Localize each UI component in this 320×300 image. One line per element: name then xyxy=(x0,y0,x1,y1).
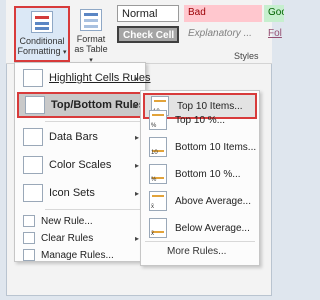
manage-rules-icon xyxy=(23,249,35,261)
menu-item-label: New Rule... xyxy=(41,215,93,227)
top-10-percent-icon: % xyxy=(149,110,167,130)
menu-item-label: Icon Sets xyxy=(49,187,95,199)
menu-item-top-bottom-rules[interactable]: Top/Bottom Rules ▸ xyxy=(17,92,145,118)
data-bars-icon xyxy=(23,128,43,146)
submenu-item-bottom-10-percent[interactable]: % Bottom 10 %... xyxy=(143,161,257,187)
submenu-item-label: Bottom 10 Items... xyxy=(175,141,257,153)
table-icon xyxy=(80,9,102,31)
icon-sets-icon xyxy=(23,184,43,202)
format-as-table-button[interactable]: Format as Table ▾ xyxy=(72,6,110,66)
top-bottom-icon xyxy=(25,96,45,114)
clear-rules-icon xyxy=(23,232,35,244)
above-average-icon: x̄ xyxy=(149,191,167,211)
chevron-right-icon: ▸ xyxy=(134,132,139,142)
top-bottom-rules-submenu: 10 Top 10 Items... % Top 10 %... 10 Bott… xyxy=(140,90,260,266)
bottom-10-items-icon: 10 xyxy=(149,137,167,157)
menu-item-label: Manage Rules... xyxy=(41,249,114,261)
menu-divider xyxy=(45,209,141,210)
style-followed-hyperlink[interactable]: Fol xyxy=(264,26,284,43)
menu-item-label: Top/Bottom Rules xyxy=(51,99,145,111)
bottom-10-percent-icon: % xyxy=(149,164,167,184)
chevron-down-icon: ▾ xyxy=(63,49,67,56)
new-rule-icon xyxy=(23,215,35,227)
conditional-formatting-button[interactable]: Conditional Formatting ▾ xyxy=(14,6,70,62)
menu-item-data-bars[interactable]: Data Bars ▸ xyxy=(17,124,143,150)
menu-divider xyxy=(45,121,141,122)
submenu-item-bottom-10-items[interactable]: 10 Bottom 10 Items... xyxy=(143,134,257,160)
submenu-item-more-rules[interactable]: More Rules... xyxy=(167,246,226,257)
menu-item-highlight-cells-rules[interactable]: Highlight Cells Rules ▸ xyxy=(17,65,151,91)
submenu-divider xyxy=(145,241,255,242)
menu-item-new-rule[interactable]: New Rule... xyxy=(17,212,143,230)
style-check-cell[interactable]: Check Cell xyxy=(117,26,179,43)
submenu-item-above-average[interactable]: x̄ Above Average... xyxy=(143,188,257,214)
menu-item-color-scales[interactable]: Color Scales ▸ xyxy=(17,152,143,178)
conditional-formatting-label: Conditional Formatting xyxy=(17,36,65,56)
submenu-item-label: Below Average... xyxy=(175,222,250,234)
chevron-right-icon: ▸ xyxy=(134,233,139,243)
conditional-formatting-menu: Highlight Cells Rules ▸ Top/Bottom Rules… xyxy=(14,62,151,264)
below-average-icon: x̄ xyxy=(149,218,167,238)
styles-group-label: Styles xyxy=(234,51,259,61)
style-normal[interactable]: Normal xyxy=(117,5,179,22)
style-good[interactable]: Goo xyxy=(264,5,284,22)
submenu-item-top-10-percent[interactable]: % Top 10 %... xyxy=(143,107,257,133)
submenu-item-label: Top 10 %... xyxy=(175,114,226,126)
style-bad[interactable]: Bad xyxy=(184,5,262,22)
submenu-item-below-average[interactable]: x̄ Below Average... xyxy=(143,215,257,241)
menu-item-manage-rules[interactable]: Manage Rules... xyxy=(17,246,143,264)
conditional-formatting-icon xyxy=(31,11,53,33)
ribbon: Conditional Formatting ▾ Format as Table… xyxy=(6,0,284,66)
format-as-table-label: Format as Table xyxy=(74,34,108,54)
chevron-right-icon: ▸ xyxy=(134,73,139,83)
highlight-cells-icon xyxy=(23,69,43,87)
menu-item-label: Clear Rules xyxy=(41,232,94,244)
menu-item-label: Data Bars xyxy=(49,131,98,143)
submenu-item-label: Bottom 10 %... xyxy=(175,168,241,180)
submenu-item-label: Above Average... xyxy=(175,195,251,207)
style-explanatory[interactable]: Explanatory ... xyxy=(184,26,262,43)
menu-item-icon-sets[interactable]: Icon Sets ▸ xyxy=(17,180,143,206)
chevron-right-icon: ▸ xyxy=(134,188,139,198)
cell-styles-gallery: Normal Bad Goo Check Cell Explanatory ..… xyxy=(113,2,284,46)
chevron-right-icon: ▸ xyxy=(132,100,137,110)
menu-item-label: Color Scales xyxy=(49,159,112,171)
color-scales-icon xyxy=(23,156,43,174)
chevron-right-icon: ▸ xyxy=(134,160,139,170)
menu-item-clear-rules[interactable]: Clear Rules ▸ xyxy=(17,229,143,247)
